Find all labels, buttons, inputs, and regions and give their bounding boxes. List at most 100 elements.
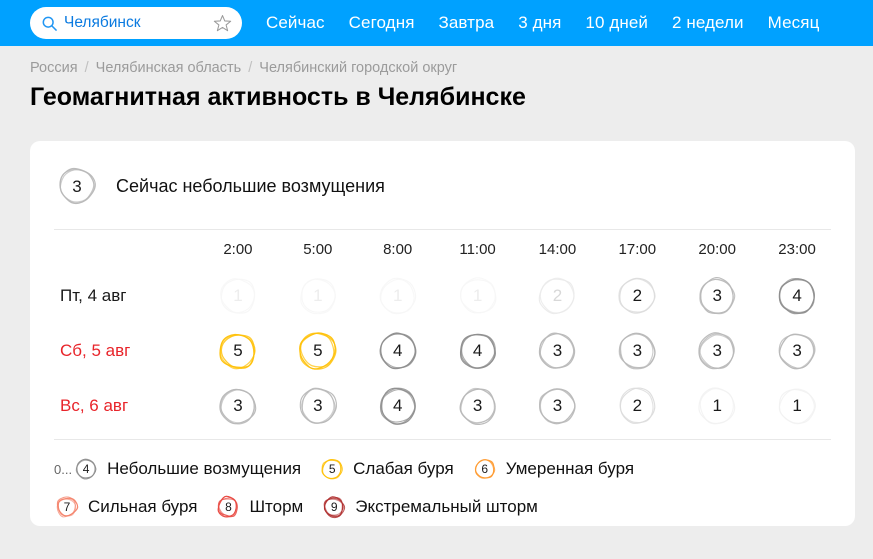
kp-index-value: 4 bbox=[792, 286, 802, 305]
period-tabs: Сейчас Сегодня Завтра 3 дня 10 дней 2 не… bbox=[266, 13, 861, 33]
forecast-cell[interactable]: 1 bbox=[677, 383, 757, 429]
legend-item: 7 Сильная буря bbox=[54, 494, 197, 520]
forecast-cell[interactable]: 4 bbox=[438, 328, 518, 374]
kp-index-badge: 1 bbox=[774, 383, 820, 429]
forecast-cell[interactable]: 1 bbox=[438, 273, 518, 319]
current-status: 3 Сейчас небольшие возмущения bbox=[30, 141, 855, 229]
forecast-cell[interactable]: 3 bbox=[518, 328, 598, 374]
forecast-cell[interactable]: 2 bbox=[597, 383, 677, 429]
kp-index-value: 5 bbox=[313, 341, 323, 360]
kp-index-badge: 2 bbox=[614, 383, 660, 429]
search-icon bbox=[42, 16, 57, 31]
tab-tomorrow[interactable]: Завтра bbox=[439, 13, 495, 33]
kp-index-badge: 4 bbox=[73, 456, 99, 482]
legend-item: 5 Слабая буря bbox=[319, 456, 454, 482]
table-row: Сб, 5 авг 5 5 4 4 3 3 3 3 bbox=[48, 323, 837, 378]
kp-index-value: 4 bbox=[392, 341, 403, 360]
forecast-cell[interactable]: 3 bbox=[757, 328, 837, 374]
star-icon[interactable] bbox=[213, 14, 232, 33]
kp-index-badge: 4 bbox=[375, 383, 421, 429]
forecast-cell[interactable]: 3 bbox=[438, 383, 518, 429]
geomagnetic-activity-card: 3 Сейчас небольшие возмущения 2:00 5:00 … bbox=[30, 141, 855, 526]
forecast-cell[interactable]: 2 bbox=[597, 273, 677, 319]
forecast-cell[interactable]: 3 bbox=[597, 328, 677, 374]
forecast-cell[interactable]: 3 bbox=[677, 328, 757, 374]
kp-index-badge: 5 bbox=[319, 456, 345, 482]
forecast-cell[interactable]: 3 bbox=[518, 383, 598, 429]
tab-10-days[interactable]: 10 дней bbox=[585, 13, 648, 33]
tab-2-weeks[interactable]: 2 недели bbox=[672, 13, 744, 33]
kp-index-value: 3 bbox=[552, 341, 563, 360]
kp-index-badge: 4 bbox=[455, 328, 501, 374]
kp-index-badge: 3 bbox=[614, 328, 660, 374]
legend-item: 0... 4 Небольшие возмущения bbox=[54, 456, 301, 482]
column-header-time: 14:00 bbox=[538, 240, 577, 258]
kp-index-value: 1 bbox=[472, 286, 483, 305]
forecast-cell[interactable]: 4 bbox=[757, 273, 837, 319]
forecast-cell[interactable]: 1 bbox=[198, 273, 278, 319]
kp-index-badge: 9 bbox=[321, 494, 347, 520]
kp-index-value: 4 bbox=[82, 462, 90, 476]
kp-index-badge: 7 bbox=[54, 494, 80, 520]
tab-now[interactable]: Сейчас bbox=[266, 13, 325, 33]
kp-index-value: 3 bbox=[792, 341, 802, 360]
tab-month[interactable]: Месяц bbox=[768, 13, 820, 33]
forecast-cell[interactable]: 5 bbox=[278, 328, 358, 374]
forecast-cell[interactable]: 1 bbox=[278, 273, 358, 319]
forecast-cell[interactable]: 3 bbox=[278, 383, 358, 429]
legend-item: 8 Шторм bbox=[215, 494, 303, 520]
forecast-cell[interactable]: 4 bbox=[358, 383, 438, 429]
kp-index-badge: 3 bbox=[694, 328, 740, 374]
forecast-cell[interactable]: 5 bbox=[198, 328, 278, 374]
row-day-label: Сб, 5 авг bbox=[60, 340, 131, 360]
kp-index-value: 3 bbox=[712, 286, 722, 305]
forecast-cell[interactable]: 3 bbox=[677, 273, 757, 319]
search-input[interactable]: Челябинск bbox=[57, 14, 213, 32]
column-header-time: 11:00 bbox=[459, 240, 496, 258]
status-badge: 3 bbox=[54, 163, 100, 209]
kp-index-badge: 3 bbox=[774, 328, 820, 374]
kp-index-value: 8 bbox=[225, 500, 232, 514]
kp-index-badge: 1 bbox=[295, 273, 341, 319]
kp-index-badge: 1 bbox=[455, 273, 501, 319]
forecast-cell[interactable]: 3 bbox=[198, 383, 278, 429]
tab-today[interactable]: Сегодня bbox=[349, 13, 415, 33]
kp-index-value: 3 bbox=[712, 341, 722, 360]
kp-index-value: 2 bbox=[552, 286, 563, 305]
kp-index-value: 3 bbox=[233, 396, 243, 415]
tab-3-days[interactable]: 3 дня bbox=[518, 13, 561, 33]
column-header-time: 5:00 bbox=[303, 240, 333, 258]
breadcrumb-item-district[interactable]: Челябинский городской округ bbox=[259, 60, 457, 76]
legend-label: Сильная буря bbox=[88, 497, 198, 516]
legend-label: Умеренная буря bbox=[505, 459, 635, 478]
breadcrumb-item-region[interactable]: Челябинская область bbox=[96, 60, 242, 76]
kp-index-value: 1 bbox=[792, 396, 802, 415]
legend-row: 7 Сильная буря 8 Шторм 9 Экстремальный шторм bbox=[54, 488, 831, 526]
kp-index-value: 7 bbox=[63, 500, 71, 514]
forecast-cell[interactable]: 1 bbox=[757, 383, 837, 429]
kp-index-badge: 5 bbox=[215, 328, 261, 374]
legend-item: 6 Умеренная буря bbox=[472, 456, 634, 482]
legend: 0... 4 Небольшие возмущения 5 Слабая буря 6 Ум… bbox=[30, 440, 855, 526]
kp-index-badge: 3 bbox=[215, 383, 261, 429]
breadcrumb-item-country[interactable]: Россия bbox=[30, 60, 78, 76]
city-search-box[interactable]: Челябинск bbox=[30, 7, 242, 39]
kp-index-value: 1 bbox=[712, 396, 722, 415]
legend-label: Шторм bbox=[249, 497, 304, 516]
row-day-label: Пт, 4 авг bbox=[60, 285, 127, 305]
forecast-cell[interactable]: 1 bbox=[358, 273, 438, 319]
kp-index-value: 6 bbox=[481, 462, 489, 476]
kp-index-badge: 3 bbox=[295, 383, 341, 429]
forecast-cell[interactable]: 4 bbox=[358, 328, 438, 374]
forecast-cell[interactable]: 2 bbox=[518, 273, 598, 319]
kp-index-value: 4 bbox=[472, 341, 483, 360]
legend-label: Слабая буря bbox=[353, 459, 454, 478]
table-row: Вс, 6 авг 3 3 4 3 3 2 1 1 bbox=[48, 378, 837, 433]
column-header-time: 2:00 bbox=[223, 240, 253, 258]
kp-index-value: 2 bbox=[632, 286, 643, 305]
kp-index-value: 2 bbox=[632, 396, 643, 415]
row-day-label: Вс, 6 авг bbox=[60, 395, 129, 415]
legend-label: Небольшие возмущения bbox=[107, 459, 302, 478]
forecast-table: 2:00 5:00 8:00 11:00 14:00 17:00 20:00 2… bbox=[30, 230, 855, 433]
kp-index-badge: 5 bbox=[295, 328, 341, 374]
